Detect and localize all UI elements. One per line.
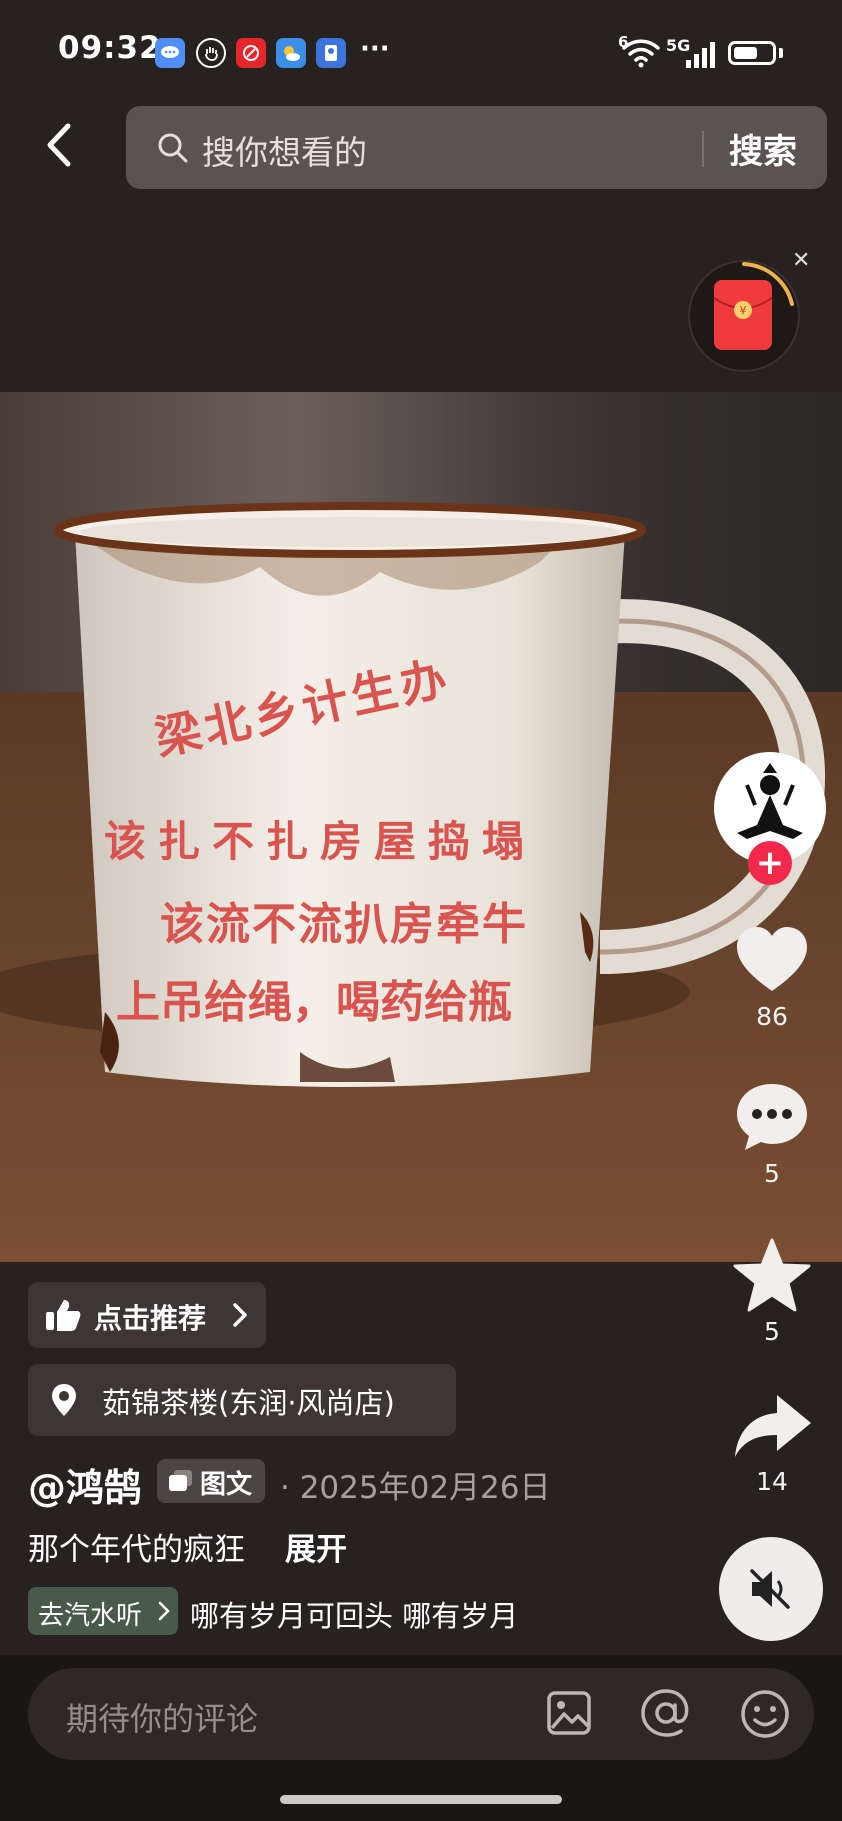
battery-tip: [779, 48, 783, 58]
close-icon[interactable]: ✕: [792, 248, 810, 273]
expand-button[interactable]: 展开: [285, 1524, 347, 1569]
like-count: 86: [756, 1002, 788, 1031]
post-type-label: 图文: [200, 1470, 253, 1500]
mug-text-line2: 该流不流扒房牵牛: [160, 899, 528, 950]
hand-icon: [196, 38, 226, 68]
share-count: 14: [756, 1467, 788, 1496]
search-divider: [702, 131, 704, 167]
music-chip-label: 去汽水听: [38, 1601, 143, 1631]
image-picker-icon[interactable]: [546, 1690, 592, 1740]
weather-icon: [276, 38, 306, 68]
status-time: 09:32: [58, 30, 162, 66]
mug-text-line1: 该扎不扎房屋捣塌: [104, 817, 537, 866]
search-icon: [157, 132, 189, 168]
author-name[interactable]: @鸿鹄: [28, 1457, 142, 1512]
mention-icon[interactable]: [640, 1688, 692, 1742]
comment-count: 5: [764, 1159, 780, 1188]
chevron-right-icon: [158, 1601, 170, 1625]
mug-text-line3: 上吊给绳，喝药给瓶: [116, 977, 512, 1028]
svg-text:¥: ¥: [740, 304, 747, 317]
thumbs-up-icon: [44, 1298, 82, 1336]
post-description: 那个年代的疯狂: [28, 1532, 245, 1568]
like-button[interactable]: [735, 925, 809, 997]
comment-button[interactable]: [735, 1082, 809, 1156]
speaker-muted-icon: [748, 1567, 794, 1615]
follow-button[interactable]: +: [748, 841, 792, 885]
emoji-icon[interactable]: [740, 1689, 790, 1743]
search-button[interactable]: 搜索: [729, 124, 797, 173]
comment-placeholder: 期待你的评论: [66, 1700, 259, 1738]
chevron-right-icon: [232, 1302, 248, 1332]
favorite-button[interactable]: [733, 1238, 811, 1318]
message-icon: [155, 38, 185, 68]
share-button[interactable]: [733, 1393, 813, 1463]
location-label: 茹锦茶楼(东润·风尚店): [102, 1386, 395, 1420]
favorite-count: 5: [764, 1317, 780, 1346]
location-pin-icon: [50, 1382, 78, 1422]
blue-app-icon: [316, 38, 346, 68]
home-indicator[interactable]: [280, 1795, 562, 1804]
red-app-icon: [236, 38, 266, 68]
back-button[interactable]: [40, 120, 80, 180]
battery-icon: [728, 41, 776, 65]
more-notifications-icon: ···: [360, 34, 390, 64]
signal-icon: [684, 40, 718, 74]
music-title: 哪有岁月可回头 哪有岁月: [190, 1599, 519, 1633]
red-packet-icon[interactable]: ¥: [713, 280, 773, 350]
gallery-icon: [168, 1469, 194, 1497]
wifi-standard-label: 6: [618, 33, 629, 51]
post-date: · 2025年02月26日: [280, 1470, 551, 1506]
search-input[interactable]: 搜你想看的: [202, 126, 367, 174]
recommend-label: 点击推荐: [94, 1302, 207, 1335]
